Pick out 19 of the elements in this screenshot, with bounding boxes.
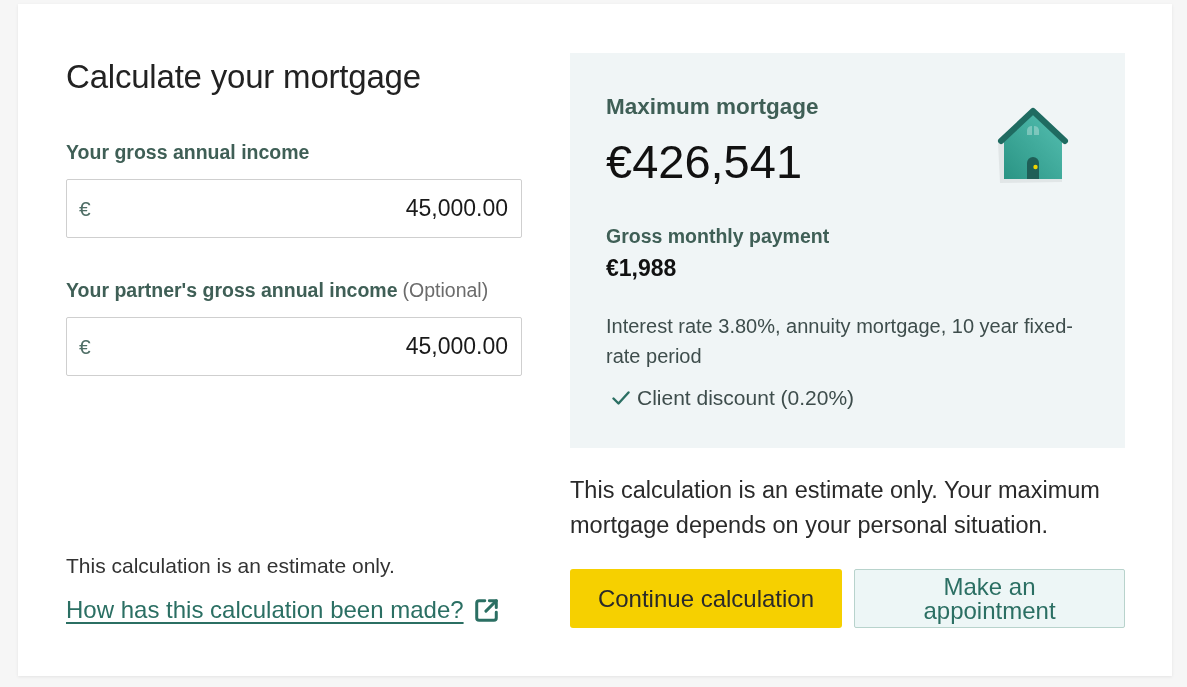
field-label: Your gross annual income [66,141,310,163]
info-link[interactable]: How has this calculation been made? [66,596,464,624]
house-icon [996,105,1070,183]
external-link-icon[interactable] [474,598,498,622]
optional-hint: (Optional) [402,279,489,301]
monthly-payment-label: Gross monthly payment [606,224,831,249]
appointment-button[interactable]: Make an appointment [854,569,1125,628]
monthly-payment-amount: €1,988 [606,254,678,282]
currency-symbol: € [79,196,91,221]
result-title: Maximum mortgage [606,93,819,121]
mortgage-amount: €426,541 [606,135,804,189]
page-title: Calculate your mortgage [66,57,422,97]
estimate-note: This calculation is an estimate only. Your maximum mortgage depends on your personal situation. [570,476,1101,540]
discount-text: Client discount (0.20%) [637,385,855,411]
field-label: Your partner's gross annual income [66,279,398,301]
disclaimer-text: This calculation is an estimate only. [66,553,395,579]
currency-symbol: € [79,334,91,359]
terms-text: Interest rate 3.80%, annuity mortgage, 10 year fixed-rate period [606,314,1074,369]
continue-button[interactable]: Continue calculation [570,569,842,628]
